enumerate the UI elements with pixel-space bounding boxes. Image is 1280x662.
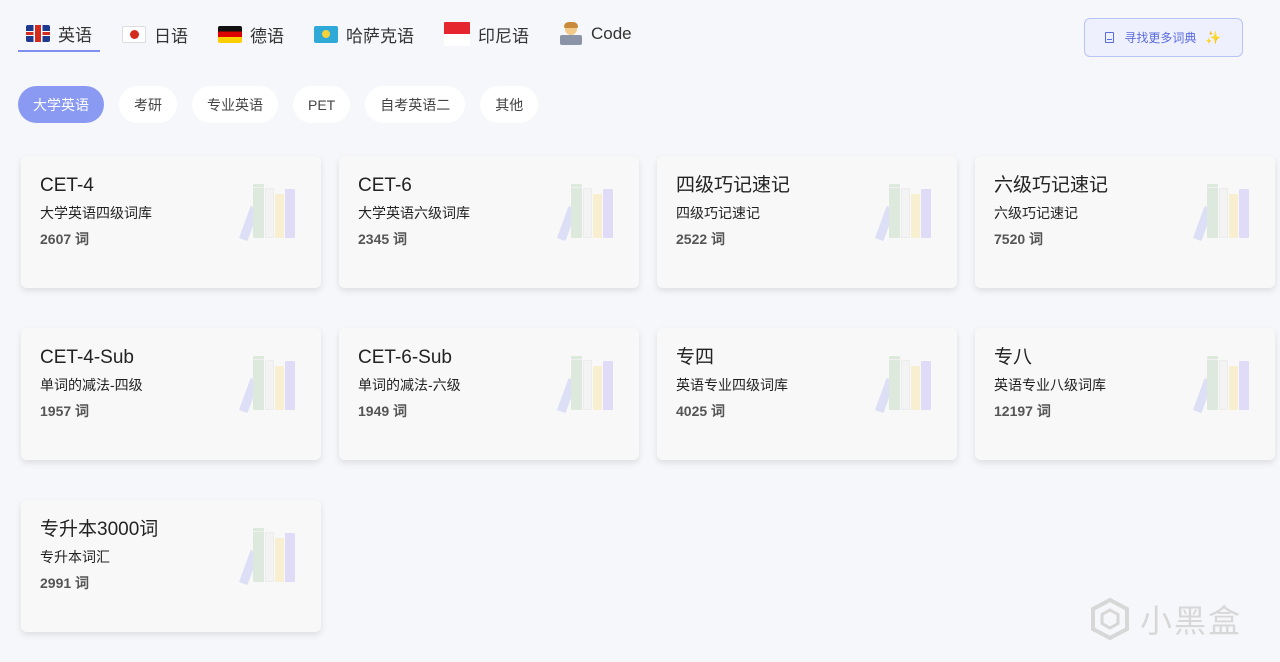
dictionary-card[interactable]: 专八 英语专业八级词库 12197 词 <box>975 328 1275 460</box>
dictionary-grid: CET-4 大学英语四级词库 2607 词 CET-6 大学英语六级词库 234… <box>21 156 1275 632</box>
tab-label: 哈萨克语 <box>346 26 414 46</box>
category-college-english[interactable]: 大学英语 <box>18 86 104 123</box>
tab-label: Code <box>591 24 632 43</box>
book-icon <box>1105 32 1115 43</box>
tab-label: 德语 <box>250 26 284 46</box>
germany-flag-icon <box>218 25 242 43</box>
tab-label: 印尼语 <box>478 26 529 46</box>
category-pet[interactable]: PET <box>293 86 351 123</box>
tab-german[interactable]: 德语 <box>210 16 292 52</box>
books-icon <box>235 356 297 414</box>
dictionary-card[interactable]: 专四 英语专业四级词库 4025 词 <box>657 328 957 460</box>
indonesia-flag-icon <box>444 22 470 46</box>
sparkles-icon: ✨ <box>1205 29 1222 45</box>
books-icon <box>553 184 615 242</box>
heybox-logo-icon <box>1091 597 1129 641</box>
dictionary-card[interactable]: CET-6 大学英语六级词库 2345 词 <box>339 156 639 288</box>
dictionary-card[interactable]: 四级巧记速记 四级巧记速记 2522 词 <box>657 156 957 288</box>
tab-code[interactable]: Code <box>551 16 640 52</box>
category-other[interactable]: 其他 <box>480 86 539 123</box>
watermark-text: 小黑盒 <box>1140 603 1243 639</box>
uk-flag-icon <box>26 24 50 42</box>
find-button-label: 寻找更多词典 <box>1124 31 1197 45</box>
books-icon <box>235 528 297 586</box>
technologist-icon <box>559 22 583 46</box>
watermark: 小黑盒 <box>1088 596 1242 642</box>
tab-indonesian[interactable]: 印尼语 <box>436 16 537 52</box>
dictionary-card[interactable]: CET-4 大学英语四级词库 2607 词 <box>21 156 321 288</box>
category-self-study-english[interactable]: 自考英语二 <box>365 86 466 123</box>
books-icon <box>1189 356 1251 414</box>
books-icon <box>871 184 933 242</box>
dictionary-card[interactable]: CET-6-Sub 单词的减法-六级 1949 词 <box>339 328 639 460</box>
find-more-dictionaries-button[interactable]: 寻找更多词典 ✨ <box>1084 18 1243 57</box>
tab-label: 日语 <box>154 26 188 46</box>
language-tabs: 英语 日语 德语 哈萨克语 印尼语 Code <box>18 16 654 54</box>
tab-kazakh[interactable]: 哈萨克语 <box>306 16 422 52</box>
category-major-english[interactable]: 专业英语 <box>192 86 278 123</box>
dictionary-card[interactable]: CET-4-Sub 单词的减法-四级 1957 词 <box>21 328 321 460</box>
books-icon <box>871 356 933 414</box>
books-icon <box>235 184 297 242</box>
tab-english[interactable]: 英语 <box>18 16 100 52</box>
tab-japanese[interactable]: 日语 <box>114 16 196 52</box>
kazakhstan-flag-icon <box>314 25 338 43</box>
japan-flag-icon <box>122 25 146 43</box>
dictionary-card[interactable]: 专升本3000词 专升本词汇 2991 词 <box>21 500 321 632</box>
category-tabs: 大学英语 考研 专业英语 PET 自考英语二 其他 <box>18 86 553 123</box>
books-icon <box>553 356 615 414</box>
dictionary-card[interactable]: 六级巧记速记 六级巧记速记 7520 词 <box>975 156 1275 288</box>
category-postgrad-exam[interactable]: 考研 <box>119 86 177 123</box>
tab-label: 英语 <box>58 25 92 45</box>
books-icon <box>1189 184 1251 242</box>
